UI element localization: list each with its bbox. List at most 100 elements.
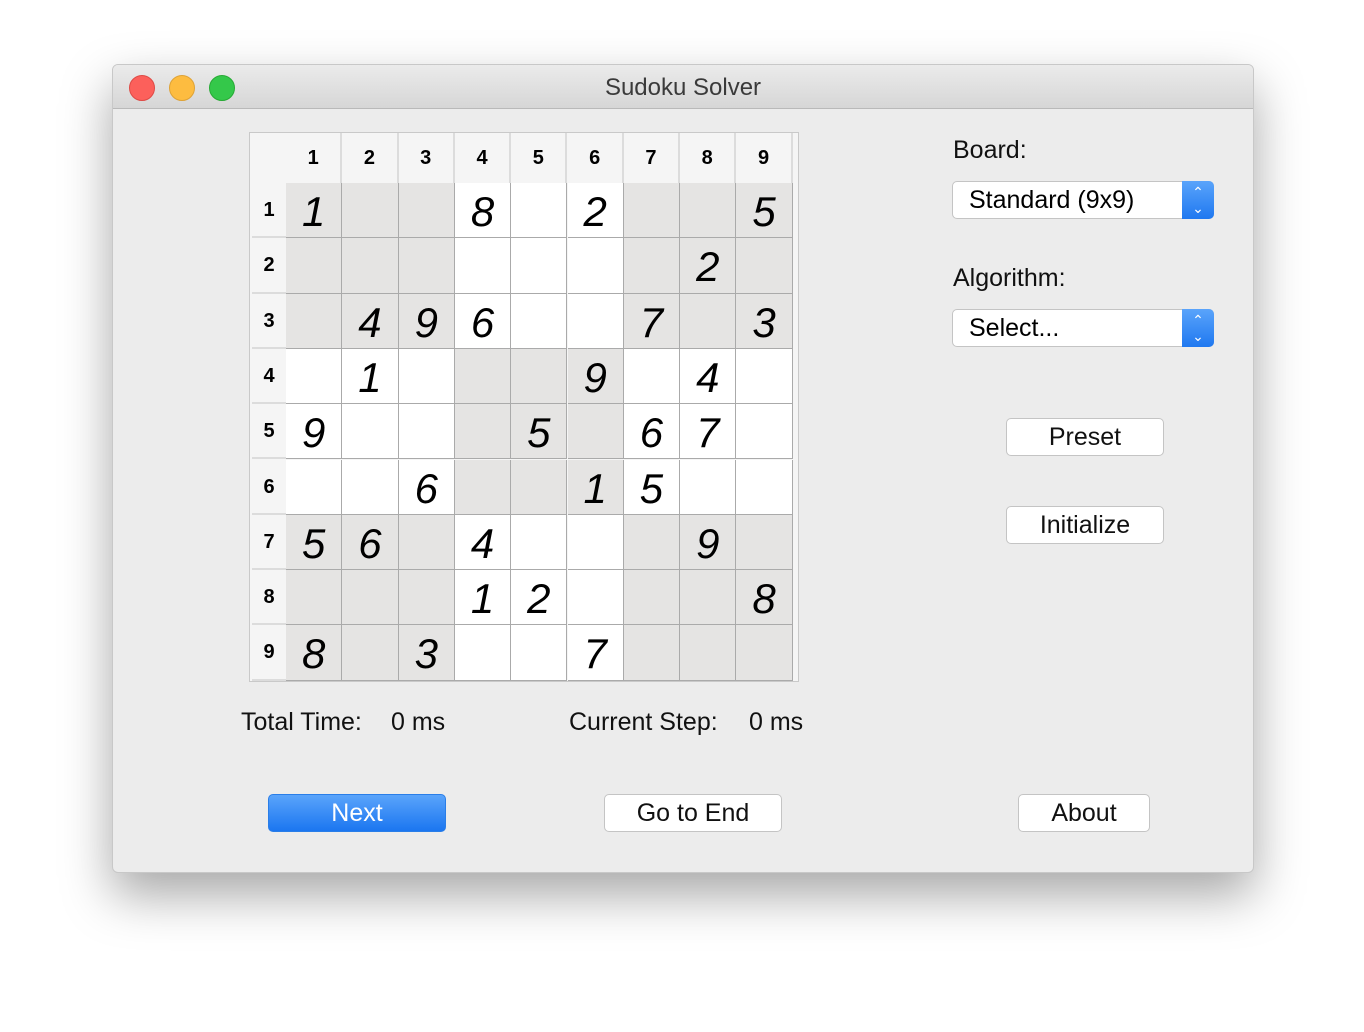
- sudoku-cell[interactable]: [680, 459, 737, 515]
- sudoku-cell[interactable]: [454, 238, 512, 294]
- sudoku-cell[interactable]: 9: [680, 514, 737, 571]
- sudoku-cell[interactable]: [511, 514, 568, 571]
- sudoku-cell[interactable]: [454, 625, 512, 681]
- sudoku-cell[interactable]: [286, 570, 343, 626]
- next-button[interactable]: Next: [268, 794, 446, 832]
- sudoku-cell[interactable]: [623, 348, 681, 405]
- sudoku-cell[interactable]: [342, 238, 399, 294]
- column-header: 8: [680, 133, 737, 183]
- title-bar: Sudoku Solver: [113, 65, 1253, 109]
- sudoku-cell[interactable]: [398, 348, 455, 405]
- sudoku-cell[interactable]: [454, 348, 512, 405]
- algorithm-select[interactable]: Select... ⌃ ⌄: [952, 309, 1214, 347]
- sudoku-cell[interactable]: [511, 238, 568, 294]
- sudoku-cell[interactable]: [398, 238, 455, 294]
- sudoku-cell[interactable]: [623, 183, 681, 239]
- algorithm-select-value: Select...: [969, 314, 1060, 342]
- zoom-button[interactable]: [209, 75, 235, 101]
- sudoku-cell[interactable]: 4: [454, 514, 512, 571]
- sudoku-cell[interactable]: 3: [398, 625, 455, 681]
- total-time-label: Total Time:: [241, 708, 362, 736]
- sudoku-cell[interactable]: [454, 404, 512, 460]
- sudoku-cell[interactable]: [567, 570, 624, 626]
- row-header: 7: [252, 515, 286, 571]
- sudoku-cell[interactable]: [398, 570, 455, 626]
- sudoku-cell[interactable]: [286, 348, 343, 405]
- sudoku-cell[interactable]: 1: [567, 459, 624, 515]
- sudoku-cell[interactable]: [680, 183, 737, 239]
- sudoku-cell[interactable]: [736, 238, 793, 294]
- sudoku-cell[interactable]: [286, 459, 343, 515]
- sudoku-cell[interactable]: [511, 625, 568, 681]
- sudoku-cell[interactable]: 2: [511, 570, 568, 626]
- row-header: 2: [252, 238, 286, 294]
- sudoku-cell[interactable]: [286, 293, 343, 349]
- sudoku-cell[interactable]: [623, 625, 681, 681]
- app-window: Sudoku Solver 12345678911825223496734194…: [112, 64, 1254, 873]
- sudoku-cell[interactable]: [511, 459, 568, 515]
- sudoku-cell[interactable]: [736, 459, 793, 515]
- sudoku-cell[interactable]: 2: [680, 238, 737, 294]
- minimize-button[interactable]: [169, 75, 195, 101]
- sudoku-cell[interactable]: [567, 514, 624, 571]
- sudoku-cell[interactable]: 5: [286, 514, 343, 571]
- sudoku-cell[interactable]: [680, 293, 737, 349]
- sudoku-cell[interactable]: [511, 348, 568, 405]
- sudoku-cell[interactable]: 2: [567, 183, 624, 239]
- sudoku-cell[interactable]: [342, 404, 399, 460]
- sudoku-cell[interactable]: 9: [286, 404, 343, 460]
- sudoku-cell[interactable]: 4: [680, 348, 737, 405]
- sudoku-cell[interactable]: 5: [511, 404, 568, 460]
- preset-button[interactable]: Preset: [1006, 418, 1164, 456]
- sudoku-cell[interactable]: 7: [623, 293, 681, 349]
- sudoku-cell[interactable]: [342, 459, 399, 515]
- sudoku-cell[interactable]: [342, 183, 399, 239]
- sudoku-cell[interactable]: [623, 570, 681, 626]
- board-select[interactable]: Standard (9x9) ⌃ ⌄: [952, 181, 1214, 219]
- sudoku-cell[interactable]: [567, 404, 624, 460]
- sudoku-cell[interactable]: 6: [623, 404, 681, 460]
- sudoku-cell[interactable]: 5: [623, 459, 681, 515]
- sudoku-cell[interactable]: [511, 293, 568, 349]
- sudoku-cell[interactable]: 1: [342, 348, 399, 405]
- sudoku-cell[interactable]: [736, 514, 793, 571]
- row-header: 1: [252, 183, 286, 239]
- window-title: Sudoku Solver: [604, 74, 762, 101]
- sudoku-cell[interactable]: [567, 238, 624, 294]
- sudoku-cell[interactable]: 8: [286, 625, 343, 681]
- sudoku-cell[interactable]: 6: [398, 459, 455, 515]
- sudoku-cell[interactable]: 3: [736, 293, 793, 349]
- sudoku-cell[interactable]: [398, 404, 455, 460]
- sudoku-cell[interactable]: 9: [567, 348, 624, 405]
- sudoku-cell[interactable]: [736, 404, 793, 460]
- sudoku-cell[interactable]: [398, 183, 455, 239]
- sudoku-cell[interactable]: [680, 570, 737, 626]
- sudoku-cell[interactable]: 1: [454, 570, 512, 626]
- sudoku-cell[interactable]: 1: [286, 183, 343, 239]
- initialize-button[interactable]: Initialize: [1006, 506, 1164, 544]
- sudoku-cell[interactable]: [567, 293, 624, 349]
- sudoku-cell[interactable]: 4: [342, 293, 399, 349]
- sudoku-cell[interactable]: [623, 238, 681, 294]
- sudoku-cell[interactable]: [623, 514, 681, 571]
- sudoku-cell[interactable]: [342, 570, 399, 626]
- sudoku-cell[interactable]: [342, 625, 399, 681]
- sudoku-cell[interactable]: [454, 459, 512, 515]
- close-button[interactable]: [129, 75, 155, 101]
- sudoku-cell[interactable]: 9: [398, 293, 455, 349]
- sudoku-cell[interactable]: 7: [680, 404, 737, 460]
- sudoku-cell[interactable]: 7: [567, 625, 624, 681]
- sudoku-cell[interactable]: 8: [736, 570, 793, 626]
- sudoku-cell[interactable]: [286, 238, 343, 294]
- sudoku-cell[interactable]: [398, 514, 455, 571]
- sudoku-cell[interactable]: [736, 348, 793, 405]
- sudoku-cell[interactable]: 8: [454, 183, 512, 239]
- about-button[interactable]: About: [1018, 794, 1150, 832]
- sudoku-cell[interactable]: 6: [342, 514, 399, 571]
- go-to-end-button[interactable]: Go to End: [604, 794, 782, 832]
- sudoku-cell[interactable]: 5: [736, 183, 793, 239]
- sudoku-cell[interactable]: [511, 183, 568, 239]
- sudoku-cell[interactable]: [736, 625, 793, 681]
- sudoku-cell[interactable]: 6: [454, 293, 512, 349]
- sudoku-cell[interactable]: [680, 625, 737, 681]
